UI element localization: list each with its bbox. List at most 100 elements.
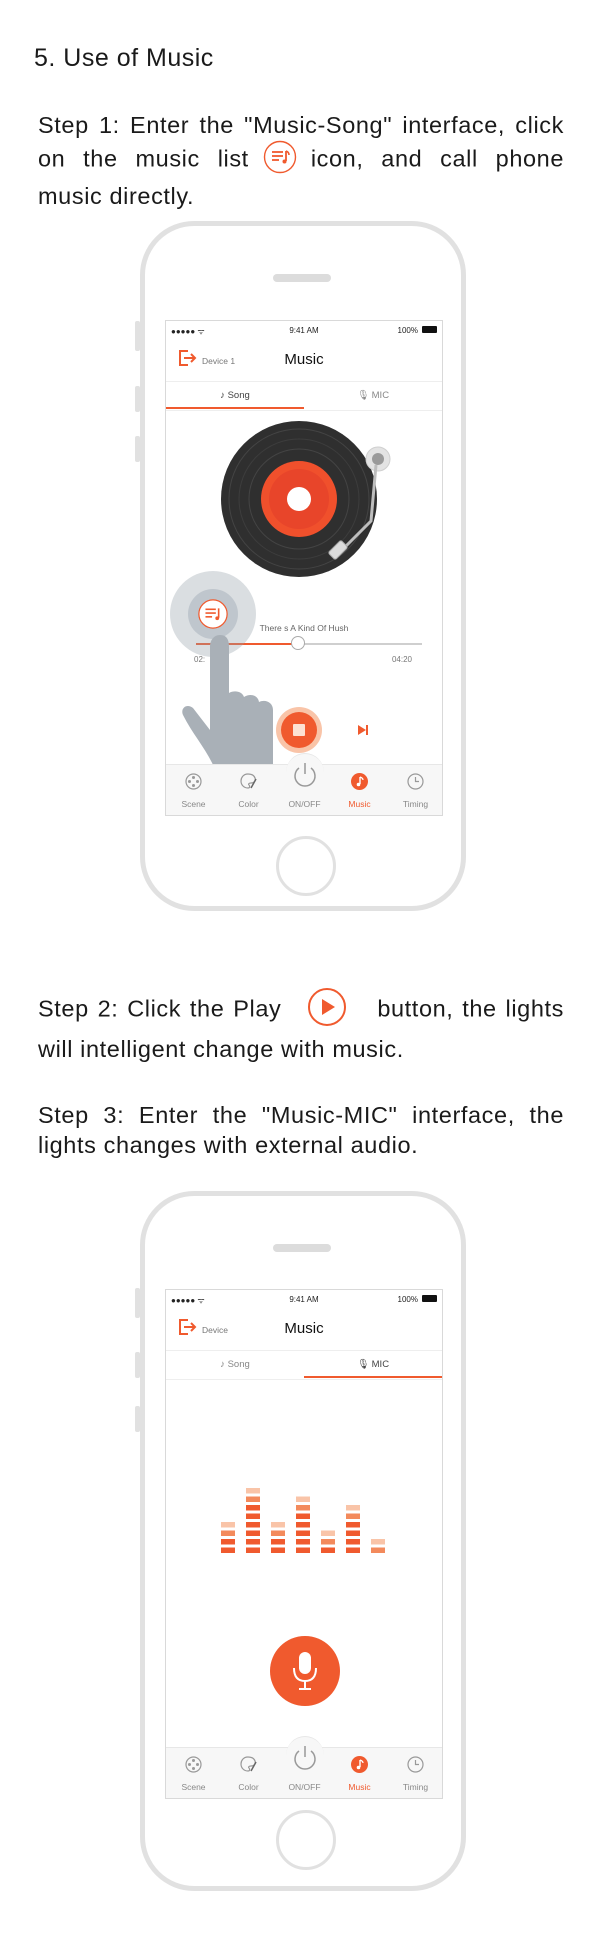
tab-onoff-label: ON/OFF	[288, 799, 321, 809]
scene-icon	[185, 773, 202, 790]
tab-scene-label: Scene	[181, 1782, 206, 1792]
tab-mic-label: MIC	[371, 390, 390, 401]
tab-onoff-label: ON/OFF	[288, 1782, 321, 1792]
equalizer-segment	[296, 1547, 310, 1553]
status-battery: 100%	[397, 326, 418, 335]
equalizer-segment	[321, 1539, 335, 1545]
vinyl-record-turntable	[221, 421, 391, 577]
equalizer-segment	[246, 1496, 260, 1502]
clock-icon	[407, 773, 424, 790]
equalizer-segment	[346, 1522, 360, 1528]
step1-text: Step 1: Enter the "Music-Song" interface…	[38, 110, 564, 211]
tab-music-label: Music	[348, 799, 371, 809]
equalizer-segment	[271, 1547, 285, 1553]
equalizer-segment	[296, 1539, 310, 1545]
equalizer-segment	[371, 1539, 385, 1545]
music-tabs: ♪ Song 🎙 MIC	[166, 1350, 442, 1380]
equalizer-segment	[296, 1530, 310, 1536]
tab-mic-label: MIC	[371, 1359, 390, 1370]
equalizer-segment	[296, 1522, 310, 1528]
microphone-button[interactable]	[270, 1636, 340, 1706]
tab-timing-label: Timing	[402, 1782, 429, 1792]
tab-song[interactable]: ♪ Song	[166, 382, 304, 409]
bottom-tab-bar: Scene Color ON/OFF Music Timing	[166, 753, 442, 815]
home-button	[276, 1810, 336, 1870]
equalizer-segment	[221, 1522, 235, 1528]
scene-icon	[185, 1756, 202, 1773]
palette-icon	[240, 773, 257, 789]
nav-bar: Device Music	[166, 1308, 442, 1350]
equalizer-segment	[246, 1547, 260, 1553]
equalizer-segment	[246, 1513, 260, 1519]
tab-color-label: Color	[238, 799, 259, 809]
music-tabs: ♪ Song 🎙 MIC	[166, 381, 442, 411]
equalizer-segment	[321, 1530, 335, 1536]
tab-color-label: Color	[238, 1782, 259, 1792]
status-battery: 100%	[397, 1295, 418, 1304]
phone-mockup-mic: ●●●●● ᯤ 9:41 AM 100% Device Music ♪ Song…	[135, 1191, 466, 1891]
phone-mockup-song: ●●●●● ᯤ 9:41 AM 100% Device 1 Music ♪ So…	[135, 221, 466, 911]
page-title: Music	[284, 351, 324, 368]
stop-button[interactable]	[276, 707, 322, 753]
phone-speaker	[273, 1244, 331, 1252]
equalizer-segment	[271, 1522, 285, 1528]
tapping-hand-icon	[182, 635, 273, 775]
stop-icon	[293, 724, 305, 736]
music-list-icon	[263, 140, 297, 181]
music-list-icon	[198, 599, 228, 629]
equalizer-segment	[246, 1530, 260, 1536]
equalizer-bars	[221, 1488, 385, 1553]
status-bar: ●●●●● ᯤ 9:41 AM 100%	[166, 1290, 442, 1308]
equalizer-segment	[321, 1547, 335, 1553]
music-list-button[interactable]	[188, 589, 238, 639]
tab-mic[interactable]: 🎙 MIC	[304, 382, 442, 409]
music-note-icon	[351, 773, 368, 790]
equalizer-segment	[246, 1505, 260, 1511]
progress-knob[interactable]	[290, 636, 305, 650]
play-icon	[307, 987, 347, 1034]
equalizer-segment	[346, 1547, 360, 1553]
equalizer-segment	[346, 1530, 360, 1536]
microphone-icon	[293, 1652, 317, 1690]
side-button	[135, 1288, 140, 1318]
step3-text: Step 3: Enter the "Music-MIC" interface,…	[38, 1102, 564, 1158]
tab-song[interactable]: ♪ Song	[166, 1351, 304, 1378]
equalizer-segment	[221, 1547, 235, 1553]
bottom-tab-bar: Scene Color ON/OFF Music Timing	[166, 1736, 442, 1798]
clock-icon	[407, 1756, 424, 1773]
side-button	[135, 386, 140, 412]
tab-song-label: Song	[227, 390, 250, 401]
step2-text: Step 2: Click the Play button, the lights…	[38, 987, 564, 1064]
equalizer-segment	[246, 1488, 260, 1494]
side-button	[135, 321, 140, 351]
equalizer-segment	[371, 1547, 385, 1553]
equalizer-segment	[246, 1539, 260, 1545]
phone-screen: ●●●●● ᯤ 9:41 AM 100% Device 1 Music ♪ So…	[165, 320, 443, 816]
nav-bar: Device 1 Music	[166, 339, 442, 381]
page-title: Music	[284, 1320, 324, 1337]
tab-mic[interactable]: 🎙 MIC	[304, 1351, 442, 1378]
equalizer-segment	[296, 1505, 310, 1511]
time-total: 04:20	[391, 655, 412, 664]
next-track-icon[interactable]	[356, 723, 370, 737]
battery-icon	[422, 326, 437, 333]
equalizer-segment	[346, 1539, 360, 1545]
equalizer-segment	[246, 1522, 260, 1528]
tab-scene-label: Scene	[181, 799, 206, 809]
tab-timing-label: Timing	[402, 799, 429, 809]
equalizer-segment	[296, 1513, 310, 1519]
tab-music-label: Music	[348, 1782, 371, 1792]
home-button	[276, 836, 336, 896]
equalizer-segment	[271, 1530, 285, 1536]
equalizer-segment	[346, 1513, 360, 1519]
side-button	[135, 436, 140, 462]
power-icon	[294, 1746, 316, 1770]
section-heading: 5. Use of Music	[34, 44, 214, 72]
equalizer-segment	[271, 1539, 285, 1545]
status-bar: ●●●●● ᯤ 9:41 AM 100%	[166, 321, 442, 339]
side-button	[135, 1352, 140, 1378]
phone-screen: ●●●●● ᯤ 9:41 AM 100% Device Music ♪ Song…	[165, 1289, 443, 1799]
music-note-icon	[351, 1756, 368, 1773]
phone-speaker	[273, 274, 331, 282]
power-icon	[294, 763, 316, 787]
